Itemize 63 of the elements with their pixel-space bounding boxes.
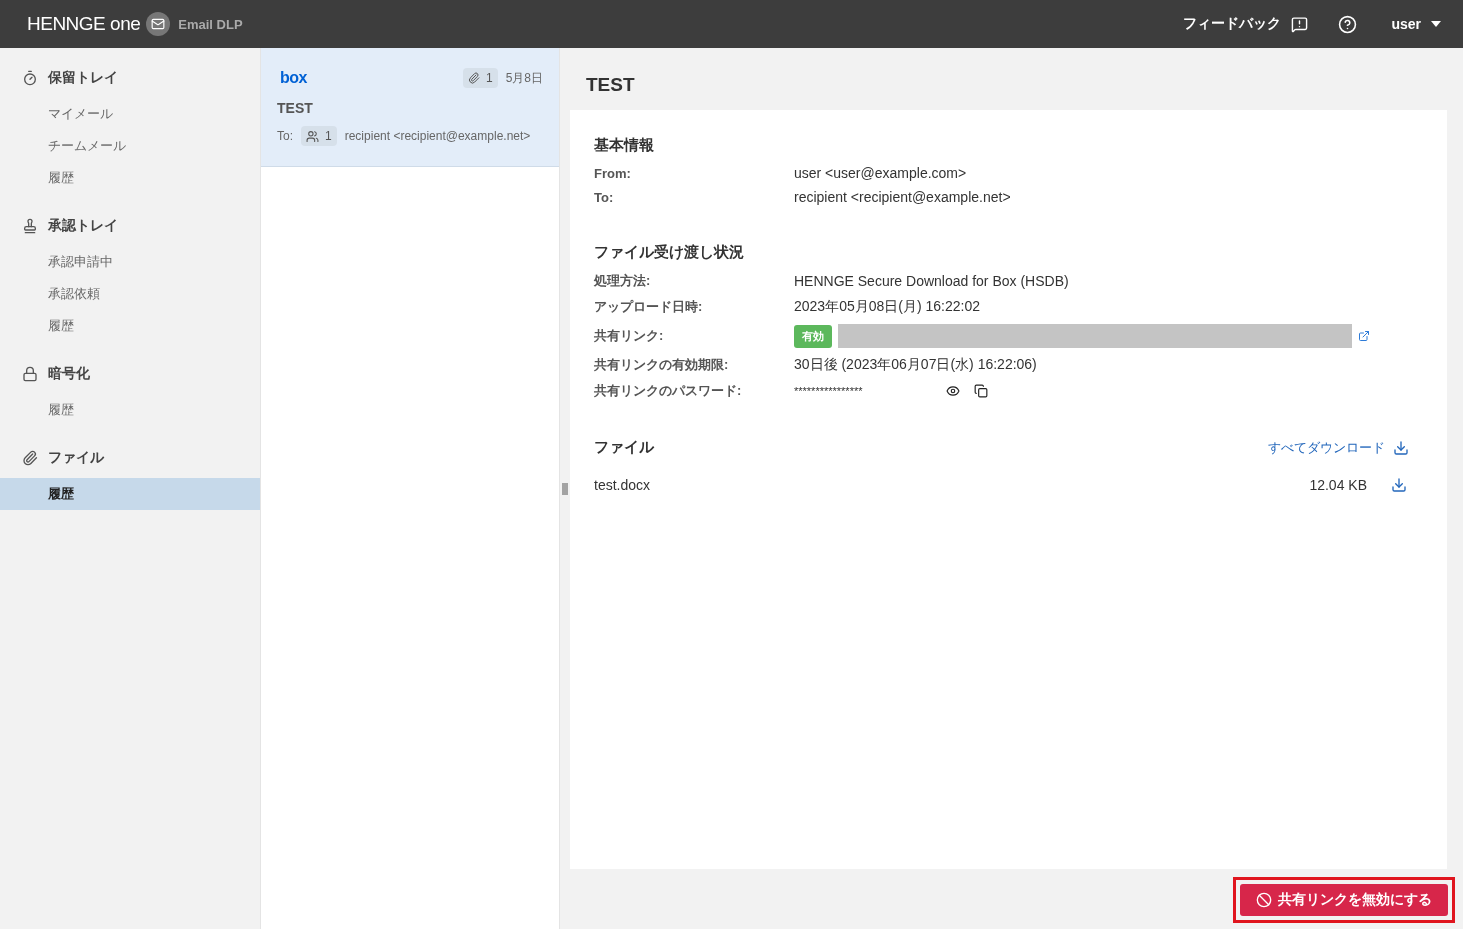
product-name: Email DLP — [178, 16, 243, 32]
sidebar-item[interactable]: 承認申請中 — [0, 246, 260, 278]
resize-handle[interactable] — [562, 482, 568, 495]
brand-logo: HENNGE one — [27, 13, 141, 35]
download-icon[interactable] — [1391, 477, 1407, 493]
help-icon[interactable] — [1338, 14, 1358, 34]
sidebar-item[interactable]: 履歴 — [0, 162, 260, 194]
mail-logo-icon — [146, 12, 171, 36]
attachment-count: 1 — [462, 68, 498, 88]
section-heading: 承認トレイ — [48, 217, 118, 235]
field-label: 処理方法: — [594, 272, 652, 290]
prohibited-icon — [1256, 892, 1272, 908]
stopwatch-icon — [22, 70, 38, 86]
paperclip-icon — [467, 72, 480, 84]
sidebar-item[interactable]: チームメール — [0, 130, 260, 162]
field-value: 30日後 (2023年06月07日(水) 16:22:06) — [794, 356, 1038, 374]
field-label: To: — [594, 189, 615, 205]
field-label: 共有リンクのパスワード: — [594, 382, 743, 400]
field-label: From: — [594, 165, 632, 181]
sidebar-item[interactable]: 承認依頼 — [0, 278, 260, 310]
mail-subject: TEST — [277, 100, 314, 116]
password-value: **************** — [794, 385, 864, 397]
section-heading: 基本情報 — [594, 136, 655, 155]
sidebar-item[interactable]: 履歴 — [0, 394, 260, 426]
mail-date: 5月8日 — [505, 69, 543, 87]
feedback-icon — [1291, 15, 1309, 33]
field-label: アップロード日時: — [594, 298, 704, 316]
user-menu[interactable]: user — [1391, 16, 1441, 32]
feedback-button[interactable]: フィードバック — [1183, 15, 1309, 33]
service-logo: box — [280, 69, 307, 87]
recipient-count: 1 — [301, 126, 337, 146]
file-size: 12.04 KB — [1309, 477, 1367, 493]
field-label: 共有リンクの有効期限: — [594, 356, 730, 374]
field-value: recipient <recipient@example.net> — [794, 189, 1012, 205]
section-heading: 暗号化 — [48, 365, 90, 383]
revoke-link-button[interactable]: 共有リンクを無効にする — [1240, 884, 1448, 916]
mail-recipient: recipient <recipient@example.net> — [344, 129, 531, 143]
eye-icon[interactable] — [946, 384, 960, 398]
to-label: To: — [277, 129, 293, 143]
section-heading: ファイル受け渡し状況 — [594, 243, 745, 262]
detail-title: TEST — [586, 74, 636, 96]
field-value: HENNGE Secure Download for Box (HSDB) — [794, 273, 1070, 289]
field-label: 共有リンク: — [594, 327, 665, 345]
paperclip-icon — [22, 450, 38, 466]
copy-icon[interactable] — [974, 384, 988, 398]
section-heading: ファイル — [594, 438, 654, 457]
status-badge: 有効 — [794, 324, 832, 348]
section-heading: ファイル — [48, 449, 104, 467]
download-all-link[interactable]: すべてダウンロード — [1268, 438, 1409, 457]
caret-icon — [1431, 21, 1441, 27]
people-icon — [306, 129, 319, 143]
field-value: user <user@example.com> — [794, 165, 968, 181]
stamp-icon — [22, 218, 38, 234]
field-value: 2023年05月08日(月) 16:22:02 — [794, 298, 981, 316]
sidebar-item[interactable]: 履歴 — [0, 310, 260, 342]
download-icon — [1393, 439, 1409, 456]
section-heading: 保留トレイ — [48, 69, 118, 87]
sidebar-item[interactable]: マイメール — [0, 98, 260, 130]
mail-item[interactable]: box 1 5月8日 TEST To: 1 recipient <recipient@example.net> — [261, 48, 559, 167]
lock-icon — [22, 366, 38, 382]
sidebar-item[interactable]: 履歴 — [0, 478, 260, 510]
external-link-icon[interactable] — [1358, 330, 1370, 342]
file-name: test.docx — [594, 477, 651, 493]
